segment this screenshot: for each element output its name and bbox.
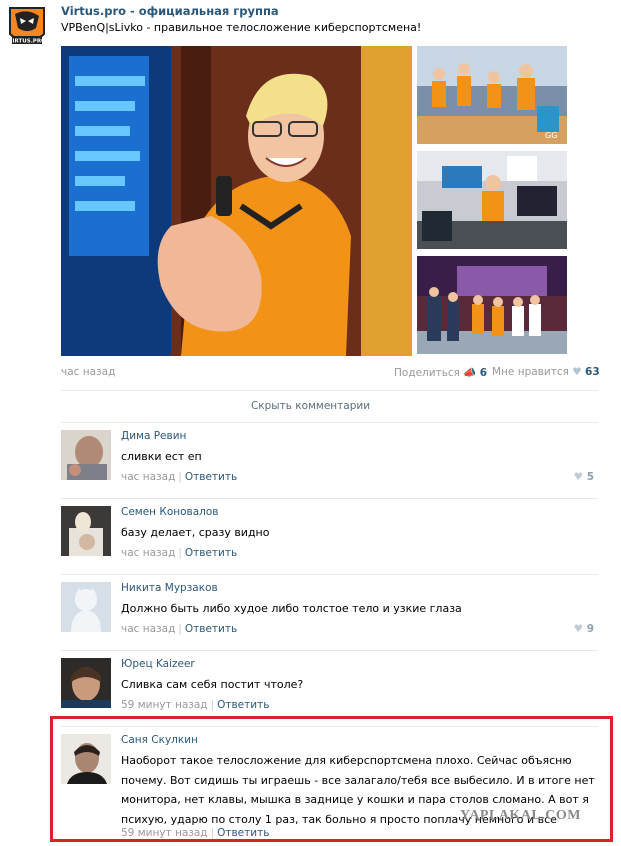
megaphone-icon: 📣 (463, 367, 477, 379)
avatar[interactable] (61, 430, 111, 480)
like-count: 63 (585, 366, 600, 378)
comment-like-button[interactable]: ♥ 9 (574, 623, 594, 635)
site-watermark: YAPLAKAL.COM (460, 808, 581, 823)
group-name-link[interactable]: Virtus.pro - официальная группа (61, 4, 279, 18)
like-label: Мне нравится (492, 366, 569, 378)
comment-meta: 59 минут назад | Ответить (121, 699, 270, 711)
comment-like-button[interactable]: ♥ 5 (574, 471, 594, 483)
comment-time[interactable]: час назад (121, 547, 175, 559)
hide-comments-link[interactable]: Скрыть комментарии (0, 400, 621, 412)
post-text: VPBenQ|sLivko - правильное телосложение … (61, 21, 422, 34)
divider (61, 390, 598, 391)
divider (61, 574, 598, 575)
comment-text: Должно быть либо худое либо толстое тело… (121, 602, 462, 615)
heart-icon: ♥ (572, 366, 582, 378)
comment-time[interactable]: 59 минут назад (121, 699, 208, 711)
logo-text: VIRTUS.PRO (8, 39, 46, 45)
comment-text: базу делает, сразу видно (121, 526, 270, 539)
main-photo[interactable] (61, 46, 412, 356)
comment-meta: час назад | Ответить (121, 623, 238, 635)
heart-icon: ♥ (573, 471, 584, 483)
avatar[interactable] (61, 506, 111, 556)
comment-text: сливки ест еп (121, 450, 202, 463)
avatar[interactable] (61, 658, 111, 708)
divider (61, 422, 598, 423)
comment-like-count: 9 (586, 623, 594, 635)
avatar-placeholder-icon[interactable] (61, 582, 111, 632)
comment: Дима Ревин сливки ест еп час назад | Ответ… (61, 424, 598, 500)
divider (61, 650, 598, 651)
reply-link[interactable]: Ответить (185, 547, 237, 559)
comment-author[interactable]: Дима Ревин (121, 430, 186, 442)
comment-time[interactable]: час назад (121, 471, 175, 483)
thumbnail-photo-2[interactable] (417, 151, 567, 249)
comment-meta: час назад | Ответить (121, 471, 238, 483)
heart-icon: ♥ (573, 623, 584, 635)
virtus-pro-logo-icon[interactable]: VIRTUS.PRO (6, 4, 48, 50)
thumbnail-photo-3[interactable] (417, 256, 567, 354)
comment-author[interactable]: Юрец Kaizeer (121, 658, 195, 670)
comment-meta: час назад | Ответить (121, 547, 238, 559)
comment: Никита Мурзаков Должно быть либо худое л… (61, 576, 598, 652)
thumbnail-photo-1[interactable]: GG (417, 46, 567, 144)
comment-author[interactable]: Никита Мурзаков (121, 582, 218, 594)
comment: Семен Коновалов базу делает, сразу видно… (61, 500, 598, 576)
thumb-watermark: GG (545, 131, 557, 140)
reply-link[interactable]: Ответить (217, 699, 269, 711)
share-count: 6 (479, 367, 488, 379)
share-button[interactable]: Поделиться 📣 6 (394, 366, 487, 379)
comment-like-count: 5 (586, 471, 594, 483)
reply-link[interactable]: Ответить (185, 471, 237, 483)
reply-link[interactable]: Ответить (185, 623, 237, 635)
share-label: Поделиться (394, 367, 460, 379)
post-time[interactable]: час назад (61, 366, 115, 378)
comment-text: Сливка сам себя постит чтоле? (121, 678, 304, 691)
comment-time[interactable]: час назад (121, 623, 175, 635)
like-button[interactable]: Мне нравится ♥ 63 (492, 366, 600, 378)
divider (61, 498, 598, 499)
comment-author[interactable]: Семен Коновалов (121, 506, 219, 518)
